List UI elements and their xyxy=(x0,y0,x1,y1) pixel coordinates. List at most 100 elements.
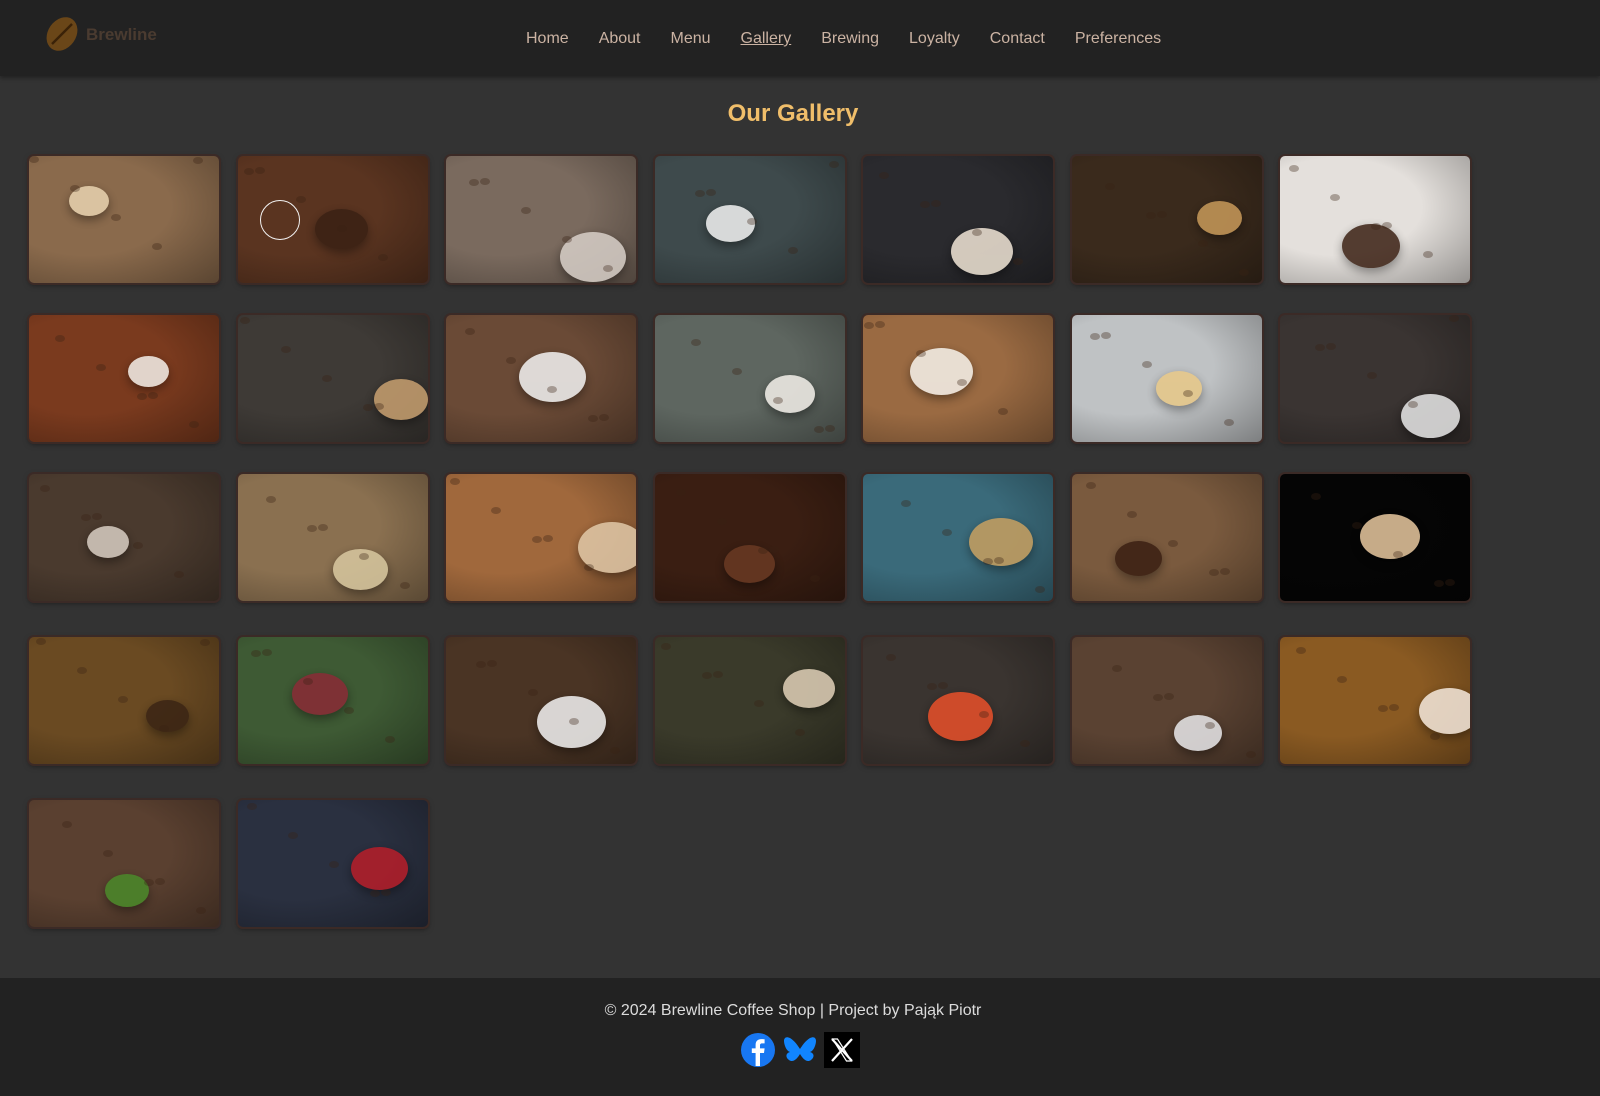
photo-accent xyxy=(292,673,348,715)
gallery-photo[interactable] xyxy=(446,315,636,442)
gallery-photo[interactable] xyxy=(863,315,1053,442)
gallery-photo[interactable] xyxy=(238,800,428,927)
bluesky-icon[interactable] xyxy=(782,1032,818,1068)
x-icon[interactable] xyxy=(824,1032,860,1068)
gallery-photo[interactable] xyxy=(238,474,428,601)
photo-texture-dot xyxy=(957,379,967,386)
photo-texture-dot xyxy=(374,403,384,410)
photo-texture-dot xyxy=(758,547,768,554)
photo-texture-dot xyxy=(1445,579,1455,586)
photo-texture-dot xyxy=(1146,212,1156,219)
photo-texture-dot xyxy=(174,571,184,578)
photo-texture-dot xyxy=(754,700,764,707)
nav-loyalty[interactable]: Loyalty xyxy=(909,28,960,50)
nav-preferences[interactable]: Preferences xyxy=(1075,28,1161,50)
photo-texture-dot xyxy=(1389,704,1399,711)
photo-texture-dot xyxy=(1020,740,1030,747)
photo-texture-dot xyxy=(137,393,147,400)
photo-texture-dot xyxy=(381,889,391,896)
photo-accent xyxy=(105,874,149,907)
cursor-focus-ring xyxy=(260,200,300,240)
site-footer: © 2024 Brewline Coffee Shop | Project by… xyxy=(0,978,1600,1096)
photo-texture-dot xyxy=(92,513,102,520)
gallery-photo[interactable] xyxy=(29,800,219,927)
photo-texture-dot xyxy=(1434,580,1444,587)
gallery-photo[interactable] xyxy=(863,637,1053,764)
gallery-photo[interactable] xyxy=(1280,156,1470,283)
nav-menu[interactable]: Menu xyxy=(671,28,711,50)
photo-texture-dot xyxy=(769,546,779,553)
gallery-photo[interactable] xyxy=(1280,474,1470,601)
photo-texture-dot xyxy=(1157,211,1167,218)
photo-texture-dot xyxy=(329,861,339,868)
gallery-photo[interactable] xyxy=(1072,156,1262,283)
photo-texture-dot xyxy=(103,850,113,857)
gallery-photo[interactable] xyxy=(863,156,1053,283)
gallery-photo[interactable] xyxy=(1280,315,1470,442)
photo-texture-dot xyxy=(1382,222,1392,229)
gallery-photo[interactable] xyxy=(655,156,845,283)
photo-texture-dot xyxy=(717,518,727,525)
photo-texture-dot xyxy=(814,426,824,433)
page-title: Our Gallery xyxy=(727,100,859,127)
photo-texture-dot xyxy=(588,415,598,422)
coffee-bean-logo-icon[interactable] xyxy=(42,14,82,54)
photo-texture-dot xyxy=(875,321,885,328)
photo-texture-dot xyxy=(307,525,317,532)
photo-accent xyxy=(351,847,408,890)
photo-texture-dot xyxy=(385,736,395,743)
photo-texture-dot xyxy=(1289,165,1299,172)
nav-gallery[interactable]: Gallery xyxy=(741,28,792,50)
photo-texture-dot xyxy=(152,243,162,250)
gallery-photo[interactable] xyxy=(29,315,219,442)
gallery-photo[interactable] xyxy=(238,315,428,442)
gallery-photo[interactable] xyxy=(1072,637,1262,764)
nav-brewing[interactable]: Brewing xyxy=(821,28,879,50)
photo-texture-dot xyxy=(266,496,276,503)
gallery-photo[interactable] xyxy=(1072,474,1262,601)
photo-texture-dot xyxy=(70,185,80,192)
nav-home[interactable]: Home xyxy=(526,28,569,50)
gallery-photo[interactable] xyxy=(29,156,219,283)
nav-about[interactable]: About xyxy=(599,28,641,50)
photo-texture-dot xyxy=(1090,333,1100,340)
brand-name[interactable]: Brewline xyxy=(86,25,157,45)
photo-texture-dot xyxy=(378,254,388,261)
photo-texture-dot xyxy=(1013,258,1023,265)
photo-texture-dot xyxy=(480,178,490,185)
gallery-photo[interactable] xyxy=(863,474,1053,601)
photo-texture-dot xyxy=(1183,390,1193,397)
photo-texture-dot xyxy=(318,524,328,531)
gallery-photo[interactable] xyxy=(446,637,636,764)
gallery-photo[interactable] xyxy=(29,474,219,601)
gallery-photo[interactable] xyxy=(1280,637,1470,764)
photo-texture-dot xyxy=(713,671,723,678)
photo-accent xyxy=(951,228,1013,275)
photo-texture-dot xyxy=(1164,693,1174,700)
photo-texture-dot xyxy=(916,350,926,357)
photo-texture-dot xyxy=(133,542,143,549)
photo-texture-dot xyxy=(363,404,373,411)
photo-texture-dot xyxy=(706,189,716,196)
photo-texture-dot xyxy=(1205,722,1215,729)
photo-texture-dot xyxy=(979,711,989,718)
photo-texture-dot xyxy=(62,821,72,828)
gallery-photo[interactable] xyxy=(655,474,845,601)
photo-texture-dot xyxy=(1086,482,1096,489)
photo-texture-dot xyxy=(1224,419,1234,426)
gallery-photo[interactable] xyxy=(446,156,636,283)
gallery-photo[interactable] xyxy=(238,637,428,764)
facebook-icon[interactable] xyxy=(740,1032,776,1068)
gallery-photo[interactable] xyxy=(655,315,845,442)
photo-texture-dot xyxy=(1408,401,1418,408)
photo-texture-dot xyxy=(1220,568,1230,575)
gallery-photo[interactable] xyxy=(446,474,636,601)
nav-contact[interactable]: Contact xyxy=(990,28,1045,50)
photo-texture-dot xyxy=(773,397,783,404)
photo-accent xyxy=(374,379,428,420)
photo-texture-dot xyxy=(532,536,542,543)
gallery-photo[interactable] xyxy=(655,637,845,764)
gallery-photo[interactable] xyxy=(1072,315,1262,442)
photo-texture-dot xyxy=(189,421,199,428)
gallery-photo[interactable] xyxy=(29,637,219,764)
